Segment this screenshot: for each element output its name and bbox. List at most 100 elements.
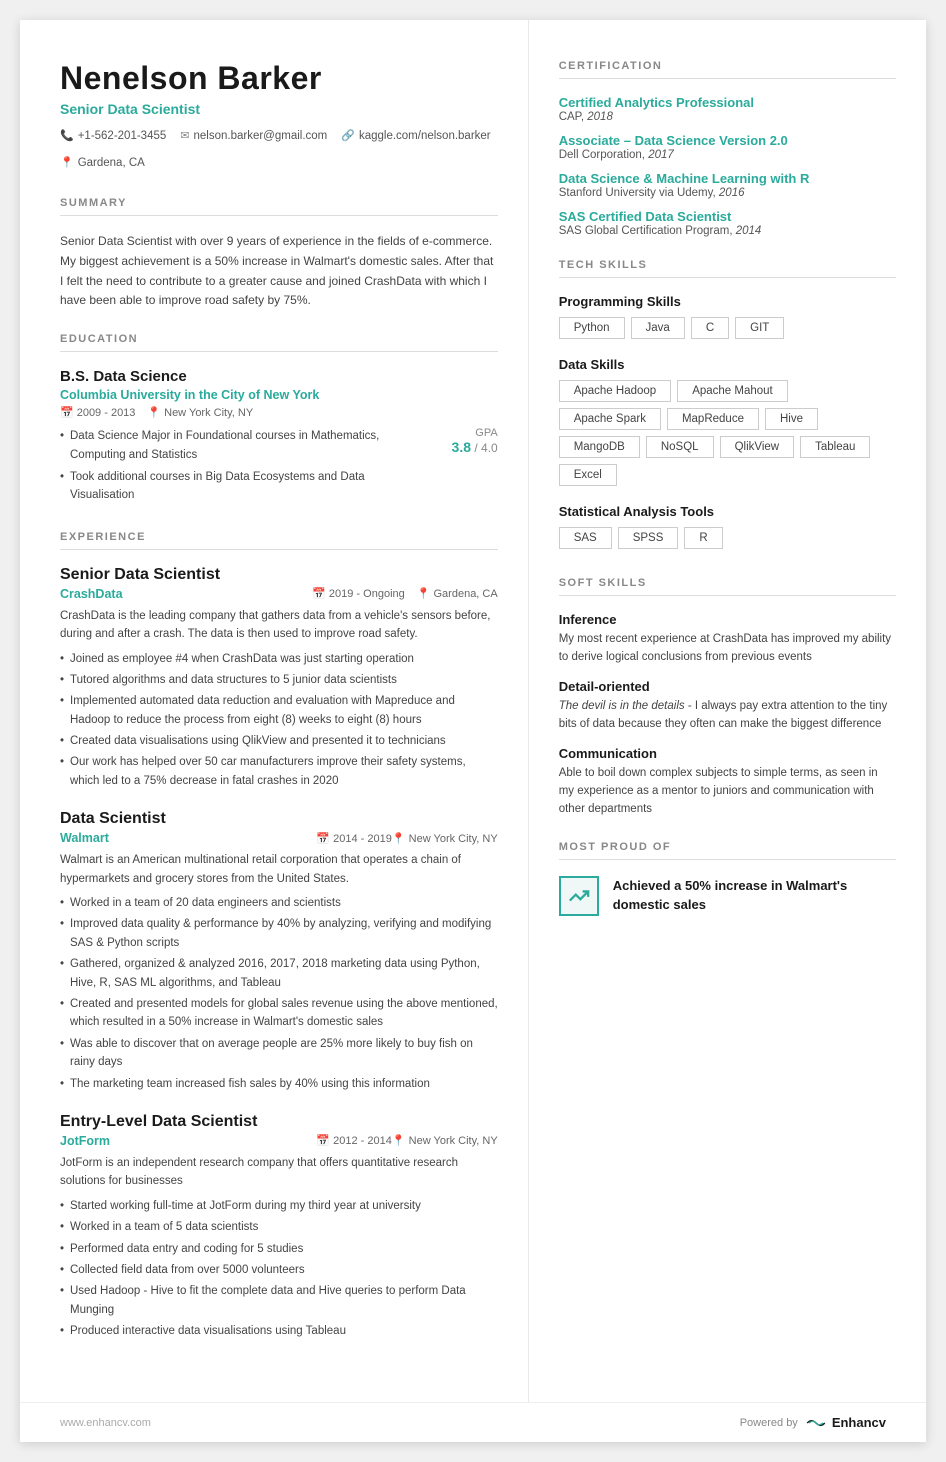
link-icon: 🔗 <box>341 129 355 142</box>
job2-bullet-1: Worked in a team of 20 data engineers an… <box>60 894 498 912</box>
soft-skill-3-name: Communication <box>559 746 896 761</box>
location-icon-j1: 📍 Gardena, CA <box>417 587 498 600</box>
cert4-title: SAS Certified Data Scientist <box>559 209 896 224</box>
job3-bullet-5: Used Hadoop - Hive to fit the complete d… <box>60 1282 498 1319</box>
job3-bullet-2: Worked in a team of 5 data scientists <box>60 1218 498 1236</box>
cert-item-1: Certified Analytics Professional CAP, 20… <box>559 95 896 123</box>
calendar-icon-j3: 📅 2012 - 2014 <box>316 1134 391 1147</box>
skill-sas: SAS <box>559 527 612 549</box>
skill-apache-mahout: Apache Mahout <box>677 380 788 402</box>
phone-icon: 📞 <box>60 129 74 142</box>
footer-brand: Powered by Enhancv <box>740 1415 886 1430</box>
edu-degree: B.S. Data Science <box>60 368 498 385</box>
phone-number: +1-562-201-3455 <box>78 130 167 142</box>
soft-skill-3-desc: Able to boil down complex subjects to si… <box>559 764 896 819</box>
location-icon: 📍 <box>60 156 74 169</box>
cert1-subtitle: CAP, 2018 <box>559 111 896 123</box>
soft-skill-2-name: Detail-oriented <box>559 679 896 694</box>
email-contact: ✉ nelson.barker@gmail.com <box>180 129 327 142</box>
job1-desc: CrashData is the leading company that ga… <box>60 607 498 644</box>
education-header: EDUCATION <box>60 333 498 345</box>
footer-website: www.enhancv.com <box>60 1417 151 1429</box>
job3-bullet-3: Performed data entry and coding for 5 st… <box>60 1240 498 1258</box>
kaggle-contact: 🔗 kaggle.com/nelson.barker <box>341 129 490 142</box>
location-icon-j2: 📍 New York City, NY <box>392 832 498 845</box>
skill-qlikview: QlikView <box>720 436 795 458</box>
job1-bullet-4: Created data visualisations using QlikVi… <box>60 732 498 750</box>
email-icon: ✉ <box>180 129 189 142</box>
skill-c: C <box>691 317 729 339</box>
location-icon-edu: 📍 <box>147 406 161 419</box>
job3-bullet-6: Produced interactive data visualisations… <box>60 1322 498 1340</box>
skill-apache-spark: Apache Spark <box>559 408 661 430</box>
job2-bullet-5: Was able to discover that on average peo… <box>60 1035 498 1072</box>
data-skills-label: Data Skills <box>559 357 896 372</box>
header-section: Nenelson Barker Senior Data Scientist 📞 … <box>60 60 498 169</box>
soft-skill-communication: Communication Able to boil down complex … <box>559 746 896 819</box>
calendar-icon-j2: 📅 2014 - 2019 <box>316 832 391 845</box>
soft-skills-divider <box>559 595 896 596</box>
job-crashdata: Senior Data Scientist CrashData 📅 2019 -… <box>60 566 498 791</box>
tech-skills-section: TECH SKILLS Programming Skills Python Ja… <box>559 259 896 555</box>
kaggle-url: kaggle.com/nelson.barker <box>359 130 491 142</box>
job3-bullets: Started working full-time at JotForm dur… <box>60 1197 498 1341</box>
job2-bullet-6: The marketing team increased fish sales … <box>60 1075 498 1093</box>
job2-meta: 📅 2014 - 2019 📍 New York City, NY <box>316 832 497 845</box>
edu-meta: 📅 2009 - 2013 📍 New York City, NY <box>60 406 498 419</box>
cert-item-2: Associate – Data Science Version 2.0 Del… <box>559 133 896 161</box>
proud-text: Achieved a 50% increase in Walmart's dom… <box>613 876 896 915</box>
location-icon-j3: 📍 New York City, NY <box>392 1134 498 1147</box>
skill-mangodb: MangoDB <box>559 436 640 458</box>
job-jotform: Entry-Level Data Scientist JotForm 📅 201… <box>60 1113 498 1341</box>
job2-title: Data Scientist <box>60 810 498 828</box>
summary-header: SUMMARY <box>60 197 498 209</box>
stat-analysis-category: Statistical Analysis Tools SAS SPSS R <box>559 504 896 555</box>
soft-skill-1-name: Inference <box>559 612 896 627</box>
location-contact: 📍 Gardena, CA <box>60 156 145 169</box>
edu-bullet-2: Took additional courses in Big Data Ecos… <box>60 468 418 505</box>
job3-title: Entry-Level Data Scientist <box>60 1113 498 1131</box>
job1-meta: 📅 2019 - Ongoing 📍 Gardena, CA <box>312 587 498 600</box>
summary-section: SUMMARY Senior Data Scientist with over … <box>60 197 498 311</box>
job2-bullet-3: Gathered, organized & analyzed 2016, 201… <box>60 955 498 992</box>
job1-bullet-3: Implemented automated data reduction and… <box>60 692 498 729</box>
skill-mapreduce: MapReduce <box>667 408 759 430</box>
powered-by-text: Powered by <box>740 1417 798 1429</box>
phone-contact: 📞 +1-562-201-3455 <box>60 129 166 142</box>
edu-school: Columbia University in the City of New Y… <box>60 388 498 402</box>
enhancv-logo: Enhancv <box>804 1415 886 1430</box>
gpa-value: 3.8 / 4.0 <box>418 439 498 455</box>
job1-company: CrashData <box>60 587 123 601</box>
certification-divider <box>559 78 896 79</box>
education-divider <box>60 351 498 352</box>
programming-skills-label: Programming Skills <box>559 294 896 309</box>
most-proud-section: MOST PROUD OF Achieved a 50% increase in… <box>559 841 896 916</box>
skill-tableau: Tableau <box>800 436 870 458</box>
soft-skill-1-desc: My most recent experience at CrashData h… <box>559 630 896 667</box>
candidate-title: Senior Data Scientist <box>60 101 498 117</box>
job1-bullet-1: Joined as employee #4 when CrashData was… <box>60 650 498 668</box>
cert4-subtitle: SAS Global Certification Program, 2014 <box>559 225 896 237</box>
skill-r: R <box>684 527 722 549</box>
cert1-title: Certified Analytics Professional <box>559 95 896 110</box>
skill-nosql: NoSQL <box>646 436 714 458</box>
stat-analysis-label: Statistical Analysis Tools <box>559 504 896 519</box>
cert-item-3: Data Science & Machine Learning with R S… <box>559 171 896 199</box>
job1-bullet-5: Our work has helped over 50 car manufact… <box>60 753 498 790</box>
edu-bullet-1: Data Science Major in Foundational cours… <box>60 427 418 464</box>
edu-location: 📍 New York City, NY <box>147 406 253 419</box>
summary-divider <box>60 215 498 216</box>
email-address: nelson.barker@gmail.com <box>193 130 327 142</box>
experience-section: EXPERIENCE Senior Data Scientist CrashDa… <box>60 531 498 1341</box>
skill-hive: Hive <box>765 408 818 430</box>
proud-item: Achieved a 50% increase in Walmart's dom… <box>559 876 896 916</box>
soft-skill-inference: Inference My most recent experience at C… <box>559 612 896 667</box>
edu-details: Data Science Major in Foundational cours… <box>60 427 498 509</box>
resume-content: Nenelson Barker Senior Data Scientist 📞 … <box>20 20 926 1402</box>
certification-section: CERTIFICATION Certified Analytics Profes… <box>559 60 896 237</box>
soft-skill-2-desc: The devil is in the details - I always p… <box>559 697 896 734</box>
data-skills-tags: Apache Hadoop Apache Mahout Apache Spark… <box>559 380 896 492</box>
skill-python: Python <box>559 317 625 339</box>
skill-apache-hadoop: Apache Hadoop <box>559 380 671 402</box>
most-proud-divider <box>559 859 896 860</box>
